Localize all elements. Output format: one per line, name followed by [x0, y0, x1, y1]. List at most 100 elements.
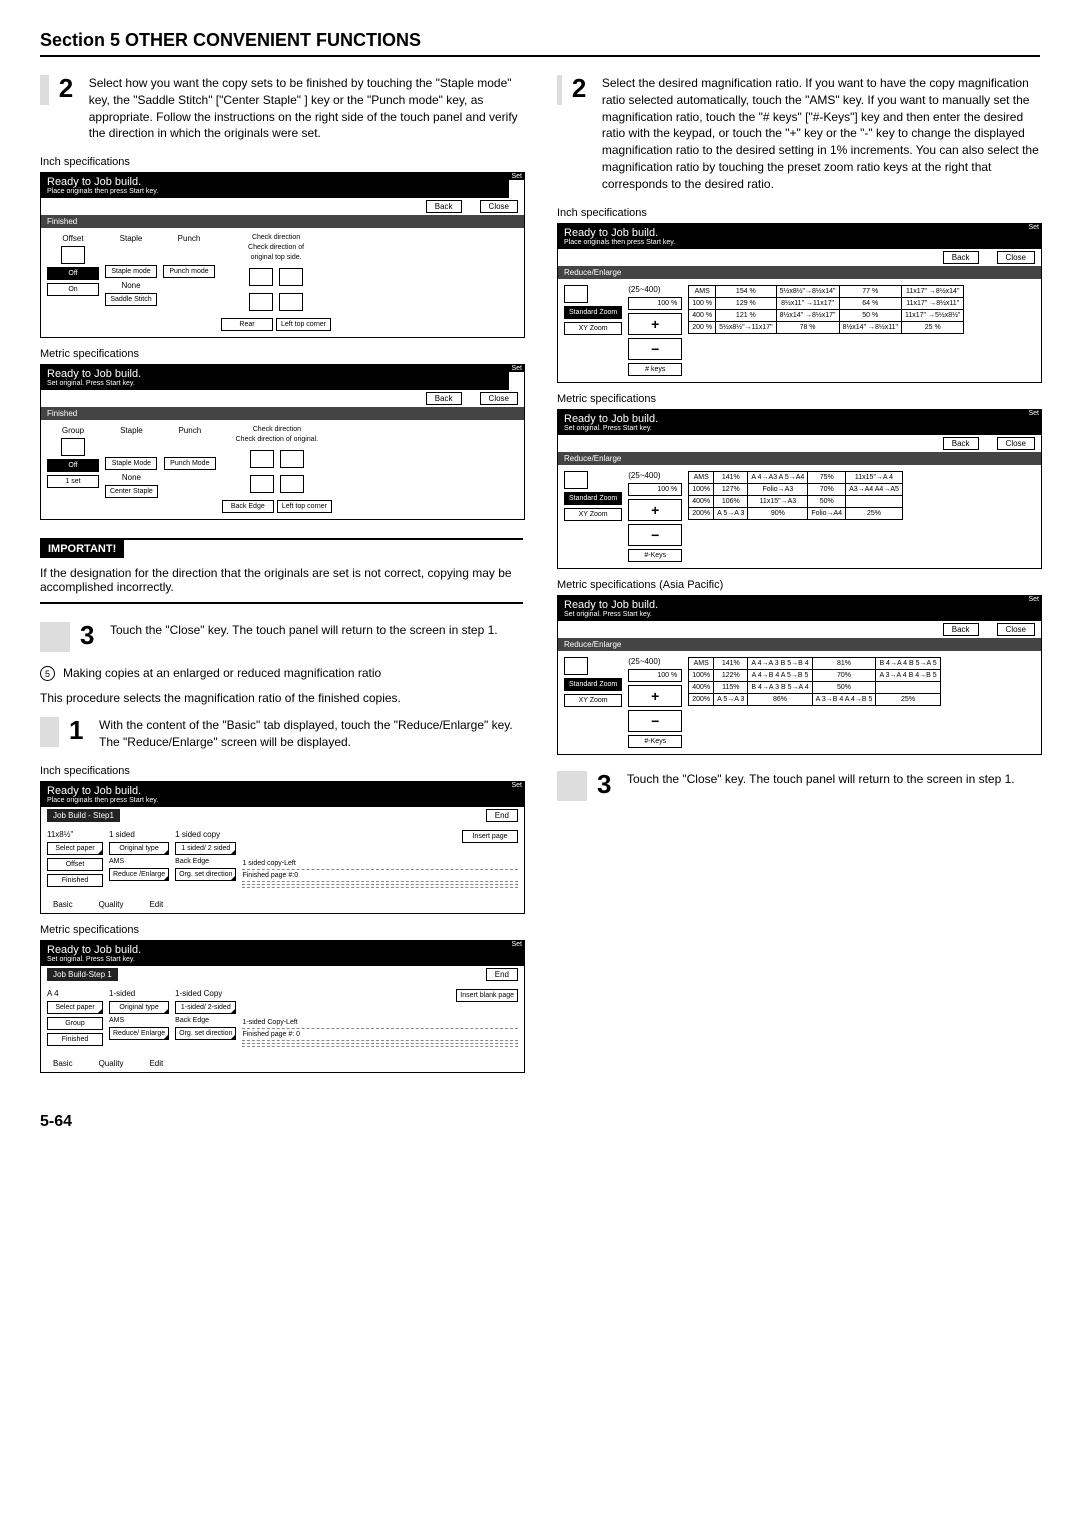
standard-zoom-button[interactable]: Standard Zoom	[564, 492, 622, 505]
close-button[interactable]: Close	[480, 392, 518, 405]
step-tab[interactable]: Job Build - Step1	[47, 809, 120, 822]
back-button[interactable]: Back	[943, 437, 979, 450]
saddle-button[interactable]: Saddle Stitch	[105, 293, 157, 306]
orient-icon[interactable]	[250, 475, 274, 493]
ratio-btn[interactable]: 100 %	[689, 297, 716, 309]
tab-edit[interactable]: Edit	[149, 1059, 163, 1068]
ratio-val[interactable]: 81%	[812, 657, 876, 669]
sided-button[interactable]: 1-sided/ 2-sided	[175, 1001, 236, 1014]
tab-basic[interactable]: Basic	[53, 1059, 73, 1068]
back-button[interactable]: Back	[426, 200, 462, 213]
ratio-val[interactable]: 122%	[714, 669, 748, 681]
orient-icon[interactable]	[280, 450, 304, 468]
ratio-btn[interactable]: 200%	[689, 507, 714, 519]
standard-zoom-button[interactable]: Standard Zoom	[564, 678, 622, 691]
xy-zoom-button[interactable]: XY Zoom	[564, 322, 622, 335]
ratio-val[interactable]: 141%	[714, 471, 748, 483]
tab-quality[interactable]: Quality	[99, 1059, 124, 1068]
ratio-val[interactable]: 141%	[714, 657, 748, 669]
tab-edit[interactable]: Edit	[149, 900, 163, 909]
ratio-val[interactable]: 77 %	[839, 285, 901, 297]
ratio-btn[interactable]: 400%	[689, 681, 714, 693]
original-type-button[interactable]: Original type	[109, 1001, 169, 1014]
select-paper-button[interactable]: Select paper	[47, 1001, 103, 1014]
ratio-val[interactable]: 50 %	[839, 309, 901, 321]
plus-button[interactable]: +	[628, 499, 682, 521]
minus-button[interactable]: −	[628, 338, 682, 360]
lefttop-button[interactable]: Left top corner	[277, 500, 332, 513]
ratio-val[interactable]: 86%	[748, 693, 812, 705]
select-paper-button[interactable]: Select paper	[47, 842, 103, 855]
staple-mode-button[interactable]: Staple Mode	[105, 457, 157, 470]
tab-quality[interactable]: Quality	[99, 900, 124, 909]
back-button[interactable]: Back	[943, 623, 979, 636]
standard-zoom-button[interactable]: Standard Zoom	[564, 306, 622, 319]
ratio-val[interactable]: 127%	[714, 483, 748, 495]
plus-button[interactable]: +	[628, 685, 682, 707]
insert-page-button[interactable]: Insert page	[462, 830, 518, 843]
ratio-btn[interactable]: 400%	[689, 495, 714, 507]
ratio-btn[interactable]: AMS	[689, 471, 714, 483]
orient-icon[interactable]	[249, 268, 273, 286]
ratio-val[interactable]: 70%	[812, 669, 876, 681]
orient-icon[interactable]	[249, 293, 273, 311]
hashkeys-button[interactable]: #-Keys	[628, 735, 682, 748]
ratio-btn[interactable]: AMS	[689, 285, 716, 297]
group-button[interactable]: Group	[47, 1017, 103, 1030]
ratio-val[interactable]: 25 %	[901, 321, 963, 333]
ratio-val[interactable]: 154 %	[716, 285, 776, 297]
backedge-button[interactable]: Back Edge	[222, 500, 274, 513]
ratio-val[interactable]: 78 %	[776, 321, 839, 333]
ratio-val[interactable]: 70%	[808, 483, 846, 495]
reduce-enlarge-button[interactable]: Reduce /Enlarge	[109, 868, 169, 881]
ratio-val[interactable]: 121 %	[716, 309, 776, 321]
finished-button[interactable]: Finished	[47, 874, 103, 887]
insert-blank-page-button[interactable]: Insert blank page	[456, 989, 518, 1002]
sided-button[interactable]: 1 sided/ 2 sided	[175, 842, 236, 855]
ratio-val[interactable]: 25%	[876, 693, 940, 705]
ratio-val[interactable]: 50%	[812, 681, 876, 693]
ratio-val[interactable]: 106%	[714, 495, 748, 507]
orient-icon[interactable]	[250, 450, 274, 468]
back-button[interactable]: Back	[426, 392, 462, 405]
ratio-val[interactable]: 90%	[748, 507, 808, 519]
ratio-btn[interactable]: 100%	[689, 483, 714, 495]
hashkeys-button[interactable]: # keys	[628, 363, 682, 376]
finished-button[interactable]: Finished	[47, 1033, 103, 1046]
close-button[interactable]: Close	[997, 437, 1035, 450]
close-button[interactable]: Close	[997, 251, 1035, 264]
orgset-button[interactable]: Org. set direction	[175, 868, 236, 881]
hashkeys-button[interactable]: #-Keys	[628, 549, 682, 562]
on-button[interactable]: On	[47, 283, 99, 296]
ratio-btn[interactable]: 400 %	[689, 309, 716, 321]
tab-finished[interactable]: Finished	[47, 217, 77, 226]
orient-icon[interactable]	[279, 293, 303, 311]
lefttop-button[interactable]: Left top corner	[276, 318, 331, 331]
punch-mode-button[interactable]: Punch Mode	[164, 457, 216, 470]
tab-reduce[interactable]: Reduce/Enlarge	[564, 640, 621, 649]
staple-mode-button[interactable]: Staple mode	[105, 265, 157, 278]
orient-icon[interactable]	[280, 475, 304, 493]
punch-mode-button[interactable]: Punch mode	[163, 265, 215, 278]
back-button[interactable]: Back	[943, 251, 979, 264]
oneset-button[interactable]: 1 set	[47, 475, 99, 488]
close-button[interactable]: Close	[480, 200, 518, 213]
tab-reduce[interactable]: Reduce/Enlarge	[564, 454, 621, 463]
ratio-val[interactable]: 50%	[808, 495, 846, 507]
step-tab[interactable]: Job Build-Step 1	[47, 968, 118, 981]
tab-basic[interactable]: Basic	[53, 900, 73, 909]
xy-zoom-button[interactable]: XY Zoom	[564, 508, 622, 521]
minus-button[interactable]: −	[628, 524, 682, 546]
off-button[interactable]: Off	[47, 459, 99, 472]
offset-button[interactable]: Offset	[47, 858, 103, 871]
minus-button[interactable]: −	[628, 710, 682, 732]
plus-button[interactable]: +	[628, 313, 682, 335]
ratio-val[interactable]: 129 %	[716, 297, 776, 309]
ratio-val[interactable]: 25%	[846, 507, 903, 519]
ratio-val[interactable]: 75%	[808, 471, 846, 483]
rear-button[interactable]: Rear	[221, 318, 273, 331]
ratio-val[interactable]: 115%	[714, 681, 748, 693]
ratio-val[interactable]: 64 %	[839, 297, 901, 309]
reduce-enlarge-button[interactable]: Reduce/ Enlarge	[109, 1027, 169, 1040]
orient-icon[interactable]	[279, 268, 303, 286]
